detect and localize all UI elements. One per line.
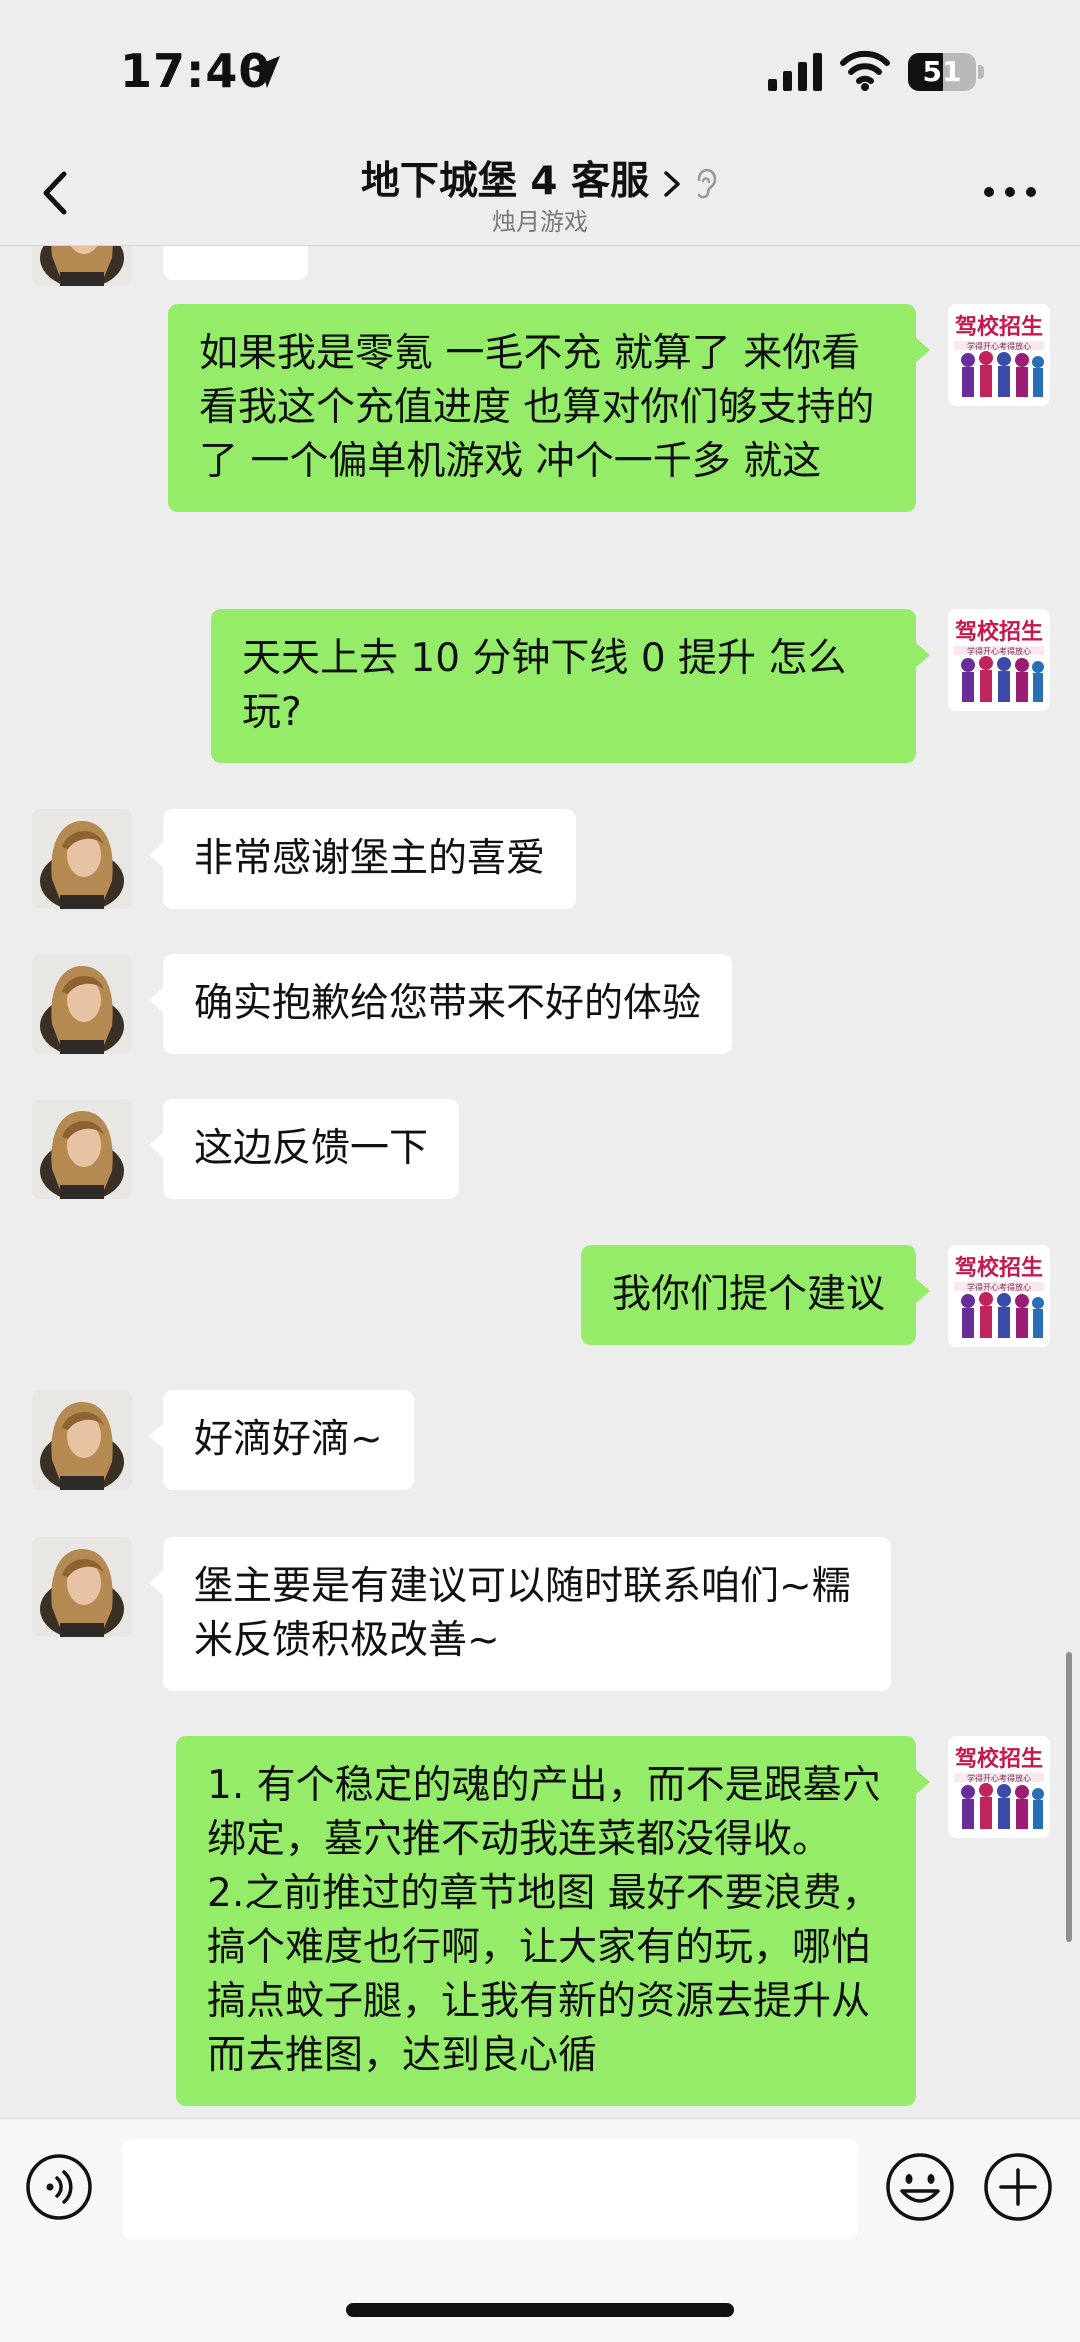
agent-avatar[interactable] bbox=[32, 246, 132, 286]
chat-subtitle: 烛月游戏 bbox=[492, 208, 588, 236]
message-list[interactable]: 如果我是零氪 一毛不充 就算了 来你看看我这个充值进度 也算对你们够支持的了 一… bbox=[0, 246, 1080, 2118]
message-bubble-outgoing[interactable]: 天天上去 10 分钟下线 0 提升 怎么玩? bbox=[211, 609, 930, 763]
message-bubble-incoming[interactable]: 好滴好滴~ bbox=[149, 1390, 414, 1490]
agent-avatar-image bbox=[32, 954, 132, 1054]
battery-icon: 51 bbox=[908, 53, 984, 91]
agent-avatar-image bbox=[32, 1537, 132, 1637]
status-bar: 17:40 51 bbox=[0, 0, 1080, 140]
self-avatar-image: 驾校招生学得开心考得放心 bbox=[948, 304, 1050, 406]
message-bubble-incoming[interactable]: 确实抱歉给您带来不好的体验 bbox=[148, 954, 733, 1054]
emoji-icon[interactable] bbox=[884, 2151, 956, 2223]
self-avatar-image: 驾校招生学得开心考得放心 bbox=[948, 1245, 1050, 1347]
add-more-icon[interactable] bbox=[982, 2151, 1054, 2223]
battery-level: 51 bbox=[922, 55, 962, 88]
wifi-icon bbox=[840, 50, 890, 91]
ear-icon bbox=[697, 168, 717, 198]
self-avatar[interactable]: 驾校招生 学得开心考得放心 bbox=[948, 609, 1050, 711]
self-avatar-title: 驾校招生 bbox=[955, 1746, 1043, 1772]
agent-avatar[interactable] bbox=[32, 1390, 132, 1490]
message-bubble-outgoing[interactable]: 1. 有个稳定的魂的产出，而不是跟墓穴绑定，墓穴推不动我连菜都没得收。 2.之前… bbox=[176, 1736, 930, 2106]
self-avatar-slogan: 学得开心考得放心 bbox=[967, 1282, 1031, 1292]
chat-title[interactable]: 地下城堡 4 客服 bbox=[0, 150, 1080, 206]
self-avatar-slogan: 学得开心考得放心 bbox=[967, 1773, 1031, 1783]
chevron-right-icon bbox=[664, 170, 680, 197]
agent-avatar[interactable] bbox=[32, 1099, 132, 1199]
self-avatar-slogan: 学得开心考得放心 bbox=[967, 341, 1031, 351]
message-input[interactable] bbox=[122, 2139, 858, 2239]
agent-avatar[interactable] bbox=[32, 809, 132, 909]
self-avatar-title: 驾校招生 bbox=[955, 619, 1043, 645]
agent-avatar[interactable] bbox=[32, 1537, 132, 1637]
self-avatar-title: 驾校招生 bbox=[955, 314, 1043, 340]
message-bubble-incoming[interactable]: 非常感谢堡主的喜爱 bbox=[148, 809, 577, 909]
self-avatar[interactable]: 驾校招生 学得开心考得放心 bbox=[948, 304, 1050, 406]
agent-avatar-image bbox=[32, 809, 132, 909]
cellular-signal-icon bbox=[768, 53, 822, 91]
location-arrow-icon bbox=[248, 56, 280, 88]
agent-avatar-image bbox=[32, 246, 132, 286]
self-avatar[interactable]: 驾校招生 学得开心考得放心 bbox=[948, 1245, 1050, 1347]
scrollbar[interactable] bbox=[1066, 1652, 1072, 1942]
agent-avatar-image bbox=[32, 1099, 132, 1199]
agent-avatar[interactable] bbox=[32, 954, 132, 1054]
message-bubble-outgoing[interactable]: 我你们提个建议 bbox=[580, 1245, 931, 1345]
self-avatar-slogan: 学得开心考得放心 bbox=[967, 646, 1031, 656]
chat-title-text: 地下城堡 4 客服 bbox=[360, 159, 650, 204]
message-bubble-incoming[interactable] bbox=[163, 246, 308, 280]
message-bubble-outgoing[interactable]: 如果我是零氪 一毛不充 就算了 来你看看我这个充值进度 也算对你们够支持的了 一… bbox=[168, 304, 930, 512]
agent-avatar-image bbox=[32, 1390, 132, 1490]
message-bubble-incoming[interactable]: 这边反馈一下 bbox=[148, 1099, 460, 1199]
chat-header: 地下城堡 4 客服 烛月游戏 bbox=[0, 140, 1080, 246]
voice-input-icon[interactable] bbox=[24, 2152, 94, 2222]
message-bubble-incoming[interactable]: 堡主要是有建议可以随时联系咱们~糯米反馈积极改善~ bbox=[149, 1537, 891, 1691]
home-indicator[interactable] bbox=[346, 2303, 734, 2317]
self-avatar-title: 驾校招生 bbox=[955, 1255, 1043, 1281]
self-avatar-image: 驾校招生学得开心考得放心 bbox=[948, 609, 1050, 711]
self-avatar-image: 驾校招生学得开心考得放心 bbox=[948, 1736, 1050, 1838]
self-avatar[interactable]: 驾校招生 学得开心考得放心 bbox=[948, 1736, 1050, 1838]
more-options-icon[interactable] bbox=[980, 182, 1040, 202]
